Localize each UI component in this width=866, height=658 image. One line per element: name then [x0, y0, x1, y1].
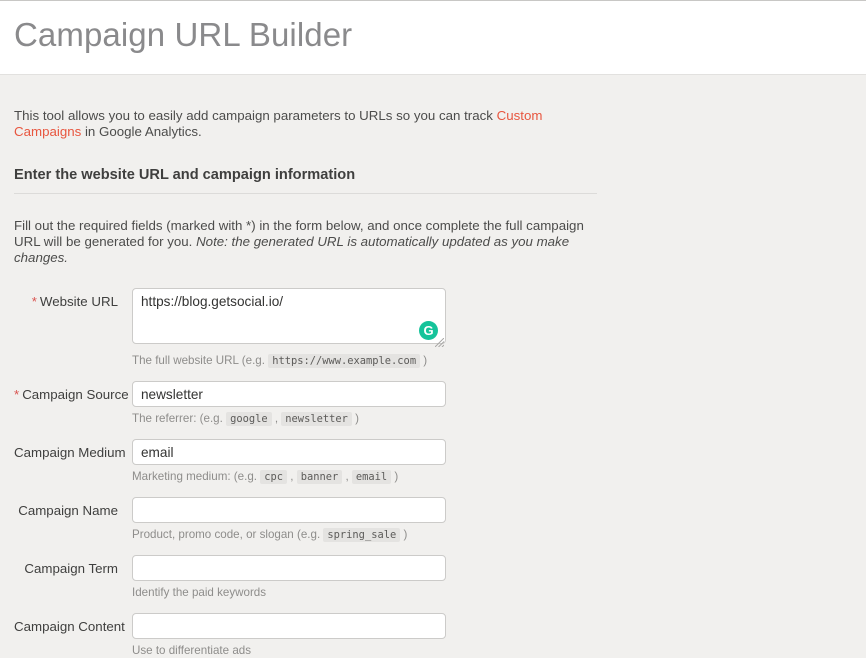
hint-code-chip: email — [351, 470, 392, 484]
form-row-campaign-content: Campaign Content Use to differentiate ads — [14, 613, 852, 658]
field-label-campaign-name: Campaign Name — [14, 497, 132, 518]
website-url-input[interactable] — [132, 288, 446, 344]
field-hint-campaign-content: Use to differentiate ads — [132, 639, 452, 658]
field-hint-campaign-source: The referrer: (e.g. google , newsletter … — [132, 407, 452, 426]
campaign-medium-input[interactable] — [132, 439, 446, 465]
hint-suffix: ) — [420, 354, 428, 367]
field-label-text: Campaign Source — [22, 387, 129, 402]
field-label-text: Campaign Term — [24, 561, 118, 576]
field-label-website-url: * Website URL — [14, 288, 132, 309]
hint-code-chip: banner — [296, 470, 343, 484]
campaign-form: *Website URLGThe full website URL (e.g. … — [14, 266, 852, 658]
field-label-campaign-medium: Campaign Medium — [14, 439, 132, 460]
hint-text: Product, promo code, or slogan (e.g. — [132, 528, 324, 541]
hint-suffix: ) — [400, 528, 408, 541]
field-label-text: Campaign Content — [14, 619, 125, 634]
hint-text: The full website URL (e.g. — [132, 354, 269, 367]
hint-text: The referrer: (e.g. — [132, 412, 227, 425]
field-label-campaign-source: * Campaign Source — [14, 381, 132, 402]
intro-paragraph: This tool allows you to easily add campa… — [14, 75, 597, 140]
field-cell-campaign-term: Identify the paid keywords — [132, 555, 452, 600]
field-cell-website-url: G The full website URL (e.g. https://www.… — [132, 288, 452, 368]
field-label-campaign-term: Campaign Term — [14, 555, 132, 576]
grammarly-icon[interactable]: G — [419, 321, 438, 340]
campaign-term-input[interactable] — [132, 555, 446, 581]
form-row-campaign-term: Campaign Term Identify the paid keywords — [14, 555, 852, 600]
form-row-campaign-medium: Campaign Medium Marketing medium: (e.g. c… — [14, 439, 852, 484]
hint-code-chip: https://www.example.com — [268, 354, 421, 368]
form-row-website-url: *Website URL G The full website URL (e.g. … — [14, 288, 852, 368]
form-row-campaign-source: *Campaign SourceThe referrer: (e.g. goog… — [14, 381, 852, 426]
hint-separator: , — [287, 470, 297, 483]
hint-separator: , — [271, 412, 282, 425]
required-marker: * — [31, 294, 37, 309]
hint-suffix: ) — [391, 470, 399, 483]
field-label-text: Website URL — [39, 294, 118, 309]
field-cell-campaign-source: The referrer: (e.g. google , newsletter … — [132, 381, 452, 426]
field-hint-website-url: The full website URL (e.g. https://www.e… — [132, 349, 452, 368]
hint-code-chip: google — [226, 412, 272, 426]
instructions-paragraph: Fill out the required fields (marked wit… — [14, 194, 594, 266]
field-label-text: Campaign Name — [18, 503, 118, 518]
hint-text: Use to differentiate ads — [132, 644, 252, 657]
field-hint-campaign-medium: Marketing medium: (e.g. cpc , banner , e… — [132, 465, 452, 484]
form-row-campaign-name: Campaign Name Product, promo code, or slo… — [14, 497, 852, 542]
field-label-campaign-content: Campaign Content — [14, 613, 132, 634]
textarea-wrapper-website-url: G — [132, 288, 446, 349]
hint-code-chip: cpc — [260, 470, 288, 484]
field-hint-campaign-name: Product, promo code, or slogan (e.g. spr… — [132, 523, 452, 542]
intro-text-before: This tool allows you to easily add campa… — [14, 108, 497, 123]
hint-text: Marketing medium: (e.g. — [132, 470, 261, 483]
section-heading: Enter the website URL and campaign infor… — [14, 167, 356, 183]
page-content: This tool allows you to easily add campa… — [0, 75, 866, 658]
page-title: Campaign URL Builder — [14, 16, 353, 53]
hint-text: Identify the paid keywords — [132, 586, 267, 599]
campaign-source-input[interactable] — [132, 381, 446, 407]
intro-text-after: in Google Analytics. — [81, 124, 202, 139]
campaign-content-input[interactable] — [132, 613, 446, 639]
hint-suffix: ) — [351, 412, 359, 425]
field-cell-campaign-medium: Marketing medium: (e.g. cpc , banner , e… — [132, 439, 452, 484]
required-marker: * — [14, 387, 20, 402]
hint-separator: , — [342, 470, 352, 483]
field-hint-campaign-term: Identify the paid keywords — [132, 581, 452, 600]
page-header: Campaign URL Builder — [0, 1, 866, 75]
field-cell-campaign-content: Use to differentiate ads — [132, 613, 452, 658]
field-label-text: Campaign Medium — [14, 445, 126, 460]
field-cell-campaign-name: Product, promo code, or slogan (e.g. spr… — [132, 497, 452, 542]
campaign-name-input[interactable] — [132, 497, 446, 523]
hint-code-chip: newsletter — [281, 412, 352, 426]
hint-code-chip: spring_sale — [323, 528, 401, 542]
